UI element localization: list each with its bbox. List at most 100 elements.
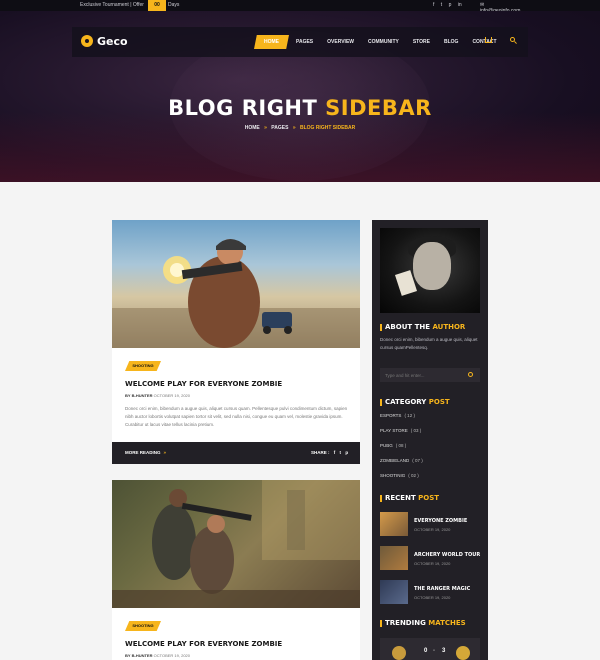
home-score: 0 <box>424 648 428 654</box>
linkedin-icon[interactable]: in <box>458 2 462 8</box>
about-author-heading: ABOUT THE AUTHOR <box>380 323 465 331</box>
category-count: ( 12 ) <box>404 413 415 418</box>
post-image[interactable] <box>112 480 360 608</box>
category-tag[interactable]: SHOOTING <box>125 621 161 631</box>
more-reading-link[interactable]: MORE READING» <box>125 450 166 455</box>
about-heading-main: ABOUT THE <box>385 323 433 331</box>
category-heading: CATEGORY POST <box>380 398 450 406</box>
about-heading-accent: AUTHOR <box>432 323 466 331</box>
blog-post-card: SHOOTING WELCOME PLAY FOR EVERYONE ZOMBI… <box>112 480 360 660</box>
category-item[interactable]: SHOOTINIG( 02 ) <box>380 473 482 488</box>
recent-post-heading: RECENT POST <box>380 494 439 502</box>
top-bar-inner: Exclusive Tournament | Offer 00 Days f t… <box>80 0 520 14</box>
recent-post-title[interactable]: EVERYONE ZOMBIE <box>414 518 467 524</box>
breadcrumb-pages[interactable]: PAGES <box>271 125 288 131</box>
nav-item-community[interactable]: COMMUNITY <box>361 35 406 49</box>
nav-item-pages[interactable]: PAGES <box>289 35 320 49</box>
recent-heading-accent: POST <box>418 494 440 502</box>
category-name[interactable]: ZOMBIELAND <box>380 458 409 463</box>
hero-banner: Geco HOME PAGES OVERVIEW COMMUNITY STORE… <box>0 11 600 182</box>
breadcrumb: HOME » PAGES » BLOG RIGHT SIDEBAR <box>0 125 600 131</box>
recent-post-title[interactable]: THE RANGER MAGIC <box>414 586 470 592</box>
nav-item-blog[interactable]: BLOG <box>437 35 465 49</box>
post-author[interactable]: BY B-HUNTER <box>125 393 152 398</box>
social-links: f t p in <box>433 2 467 8</box>
recent-post-item[interactable]: EVERYONE ZOMBIE OCTOBER 19, 2020 <box>380 512 482 538</box>
recent-post-date: OCTOBER 19, 2020 <box>414 527 451 532</box>
breadcrumb-current: BLOG RIGHT SIDEBAR <box>299 125 356 131</box>
recent-post-item[interactable]: ARCHERY WORLD TOUR OCTOBER 19, 2020 <box>380 546 482 572</box>
sidebar: ABOUT THE AUTHOR Donec orci enim, bibend… <box>372 220 488 660</box>
twitter-icon[interactable]: t <box>441 2 442 8</box>
more-reading-label[interactable]: MORE READING <box>125 450 161 455</box>
share-label: SHARE : <box>311 450 330 455</box>
recent-post-title[interactable]: ARCHERY WORLD TOUR <box>414 552 480 558</box>
post-meta: BY B-HUNTER OCTOBER 19, 2020 <box>125 393 190 398</box>
author-image <box>380 228 480 313</box>
pinterest-icon[interactable]: p <box>345 450 348 455</box>
promo-days-label: Days <box>168 2 180 8</box>
nav-item-store[interactable]: STORE <box>406 35 437 49</box>
category-name[interactable]: PLAY STORE <box>380 428 408 433</box>
logo-text[interactable]: Geco <box>97 35 128 48</box>
post-image[interactable] <box>112 220 360 348</box>
category-item[interactable]: ZOMBIELAND( 07 ) <box>380 458 482 473</box>
recent-post-thumbnail[interactable] <box>380 512 408 536</box>
trending-matches-heading: TRENDING MATCHES <box>380 619 466 627</box>
breadcrumb-separator-icon: » <box>292 125 296 131</box>
search-icon[interactable] <box>510 37 515 42</box>
category-list: ESPORTS( 12 ) PLAY STORE( 03 ) PUBG( 08 … <box>380 413 482 488</box>
double-arrow-icon: » <box>163 450 167 455</box>
recent-post-date: OCTOBER 19, 2020 <box>414 595 451 600</box>
trending-heading-main: TRENDING <box>385 619 429 627</box>
category-name[interactable]: SHOOTINIG <box>380 473 405 478</box>
category-item[interactable]: PUBG( 08 ) <box>380 443 482 458</box>
logo-icon[interactable] <box>81 35 93 47</box>
facebook-icon[interactable]: f <box>334 450 336 455</box>
category-name[interactable]: PUBG <box>380 443 393 448</box>
promo-text: Exclusive Tournament | Offer <box>80 2 144 8</box>
cart-icon[interactable] <box>485 37 492 43</box>
post-date: OCTOBER 19, 2020 <box>153 653 190 658</box>
post-meta: BY B-HUNTER OCTOBER 19, 2020 <box>125 653 190 658</box>
sidebar-search-input[interactable] <box>380 368 465 382</box>
recent-post-date: OCTOBER 19, 2020 <box>414 561 451 566</box>
breadcrumb-home[interactable]: HOME <box>245 125 260 131</box>
post-excerpt: Donec orci enim, bibendum a augue quis, … <box>125 406 348 427</box>
match-card[interactable]: 0 - 3 <box>380 638 480 660</box>
nav-item-home[interactable]: HOME <box>254 35 289 49</box>
category-count: ( 08 ) <box>395 443 407 448</box>
team-home-logo-icon <box>392 646 406 660</box>
post-title[interactable]: WELCOME PLAY FOR EVERYONE ZOMBIE <box>125 640 282 648</box>
nav-menu: HOME PAGES OVERVIEW COMMUNITY STORE BLOG… <box>254 35 504 49</box>
nav-item-overview[interactable]: OVERVIEW <box>320 35 361 49</box>
recent-post-thumbnail[interactable] <box>380 546 408 570</box>
soldier-firing-image <box>112 239 360 348</box>
post-author[interactable]: BY B-HUNTER <box>125 653 152 658</box>
category-tag[interactable]: SHOOTING <box>125 361 161 371</box>
category-heading-accent: POST <box>428 398 450 406</box>
post-footer: MORE READING» SHARE : f t p <box>112 442 360 464</box>
top-bar: Exclusive Tournament | Offer 00 Days f t… <box>0 0 600 14</box>
breadcrumb-separator-icon: » <box>264 125 267 131</box>
pinterest-icon[interactable]: p <box>449 2 452 8</box>
sidebar-search <box>380 368 480 382</box>
facebook-icon[interactable]: f <box>433 2 434 8</box>
recent-post-item[interactable]: THE RANGER MAGIC OCTOBER 19, 2020 <box>380 580 482 606</box>
page-title-main: BLOG RIGHT <box>168 96 326 120</box>
category-name[interactable]: ESPORTS <box>380 413 401 418</box>
search-icon[interactable] <box>468 372 473 377</box>
team-away-logo-icon <box>456 646 470 660</box>
score-separator: - <box>433 648 435 654</box>
recent-post-thumbnail[interactable] <box>380 580 408 604</box>
category-item[interactable]: PLAY STORE( 03 ) <box>380 428 482 443</box>
away-score: 3 <box>442 648 446 654</box>
recent-heading-main: RECENT <box>385 494 419 502</box>
category-count: ( 07 ) <box>412 458 423 463</box>
author-face-shape <box>413 242 451 290</box>
trending-heading-accent: MATCHES <box>428 619 466 627</box>
twitter-icon[interactable]: t <box>340 450 342 455</box>
category-item[interactable]: ESPORTS( 12 ) <box>380 413 482 428</box>
post-title[interactable]: WELCOME PLAY FOR EVERYONE ZOMBIE <box>125 380 282 388</box>
about-author-text: Donec orci enim, bibendum a augue quis, … <box>380 337 478 350</box>
